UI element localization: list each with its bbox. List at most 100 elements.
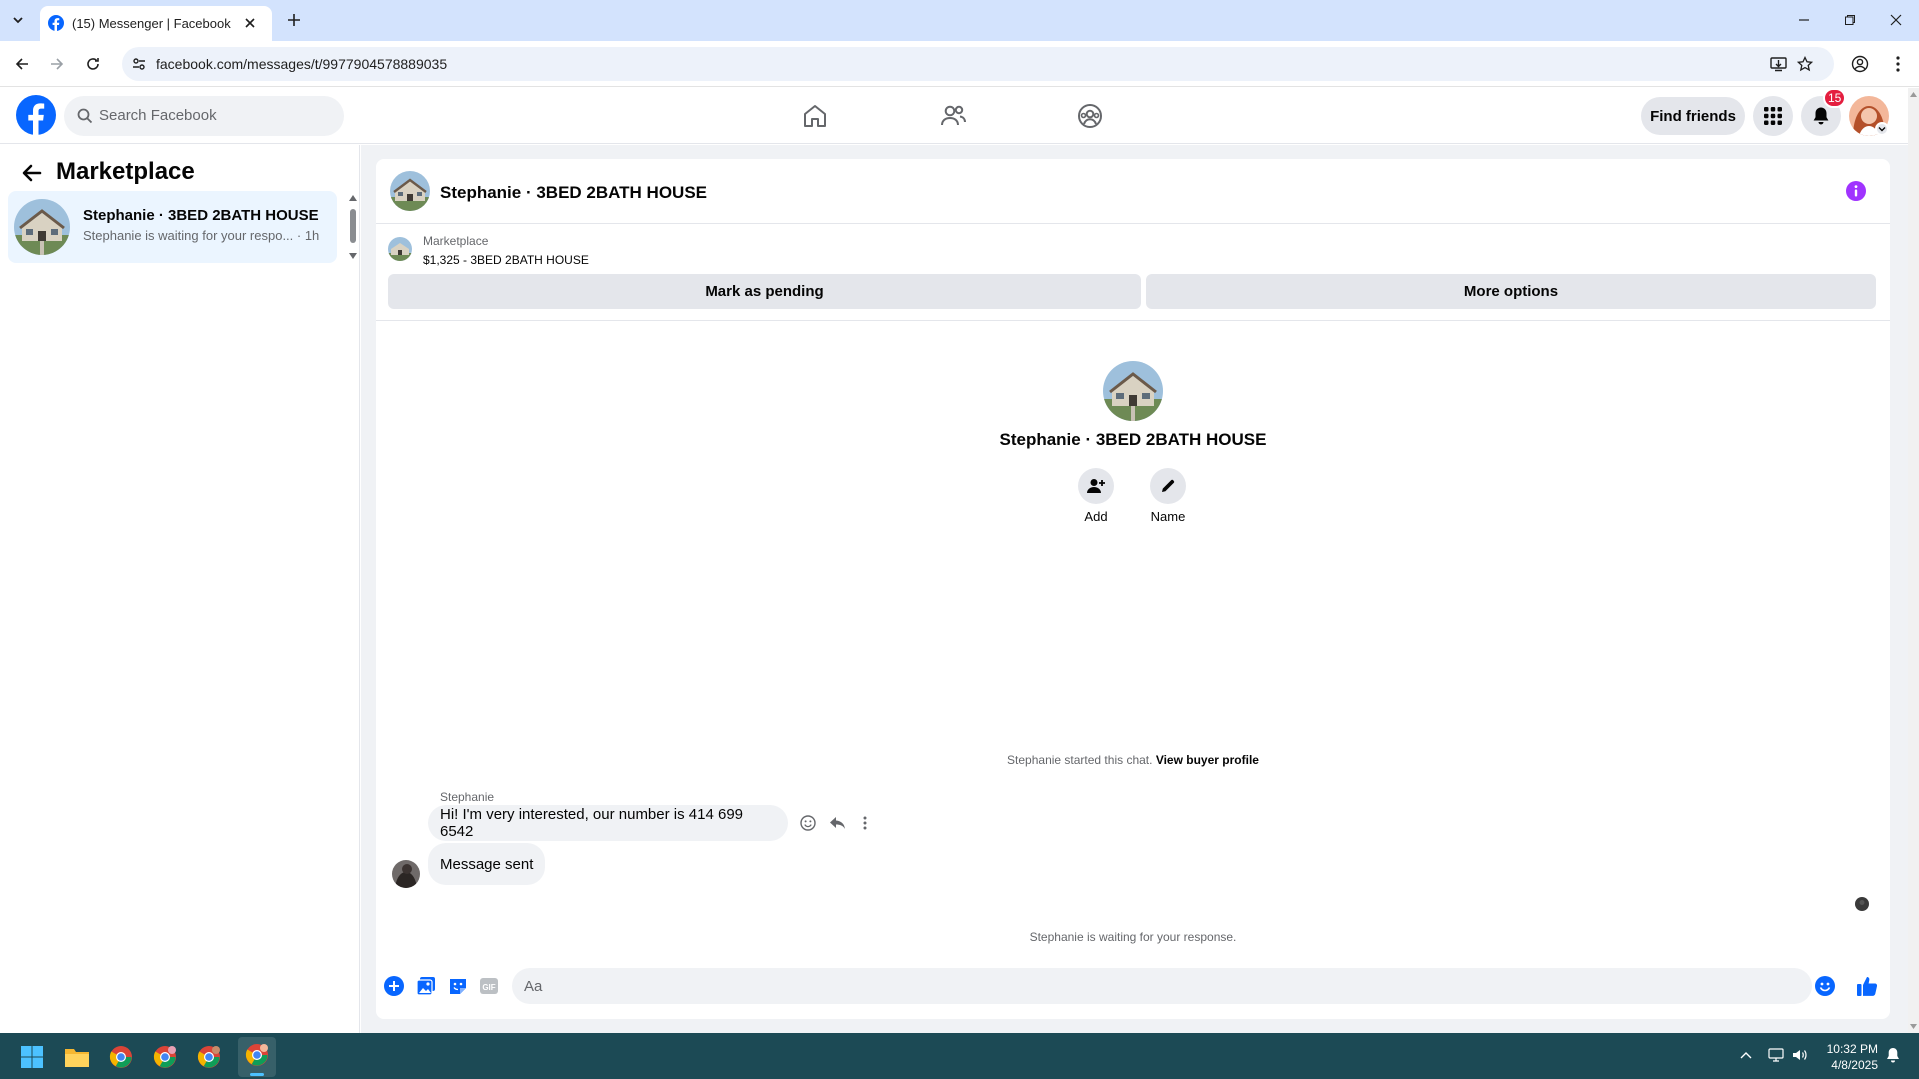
tab-close-icon[interactable] bbox=[244, 17, 256, 29]
sidebar-scroll-down-icon[interactable] bbox=[348, 252, 358, 260]
profile-icon[interactable] bbox=[1848, 52, 1872, 76]
profile-avatar[interactable] bbox=[1103, 361, 1163, 421]
sidebar-scrollbar[interactable] bbox=[348, 192, 358, 264]
account-chevron-down-icon[interactable] bbox=[1875, 122, 1889, 136]
listing-price-title[interactable]: $1,325 - 3BED 2BATH HOUSE bbox=[423, 253, 589, 267]
reload-icon[interactable] bbox=[81, 52, 105, 76]
find-friends-button[interactable]: Find friends bbox=[1641, 97, 1745, 135]
active-indicator bbox=[250, 1073, 264, 1076]
bell-icon bbox=[1813, 107, 1829, 125]
chrome-active-icon bbox=[245, 1044, 268, 1066]
listing-small-thumbnail[interactable] bbox=[388, 237, 412, 261]
menu-grid-button[interactable] bbox=[1753, 96, 1793, 136]
chat-header-avatar[interactable] bbox=[390, 171, 430, 211]
gif-icon: GIF bbox=[480, 978, 498, 994]
add-person-button[interactable] bbox=[1078, 468, 1114, 504]
gif-button[interactable]: GIF bbox=[477, 974, 501, 998]
back-icon[interactable] bbox=[10, 52, 34, 76]
add-person-icon bbox=[1087, 479, 1105, 493]
listing-category-label: Marketplace bbox=[423, 234, 489, 248]
more-options-button[interactable]: More options bbox=[1146, 274, 1876, 309]
notification-center-icon[interactable] bbox=[1883, 1045, 1903, 1065]
name-label: Name bbox=[1150, 509, 1186, 524]
chat-title[interactable]: Stephanie · 3BED 2BATH HOUSE bbox=[440, 183, 707, 203]
forward-icon[interactable] bbox=[45, 52, 69, 76]
chrome-profile2-taskbar-icon[interactable] bbox=[194, 1043, 224, 1071]
scroll-down-arrow-icon[interactable] bbox=[1909, 1023, 1918, 1030]
conversation-list-item[interactable]: Stephanie · 3BED 2BATH HOUSE Stephanie i… bbox=[8, 191, 337, 263]
more-actions-button[interactable] bbox=[382, 974, 406, 998]
search-input[interactable]: Search Facebook bbox=[64, 96, 344, 136]
chat-started-notice: Stephanie started this chat. View buyer … bbox=[600, 753, 1666, 767]
chat-header: Stephanie · 3BED 2BATH HOUSE bbox=[376, 159, 1890, 224]
photo-icon bbox=[416, 977, 435, 996]
groups-nav-icon[interactable] bbox=[1072, 98, 1108, 134]
message-sender-name: Stephanie bbox=[440, 790, 495, 804]
chat-started-text: Stephanie started this chat. bbox=[1007, 753, 1153, 767]
message-bubble[interactable]: Hi! I'm very interested, our number is 4… bbox=[428, 805, 788, 841]
reply-icon[interactable] bbox=[827, 813, 847, 833]
seen-avatar-icon bbox=[1855, 897, 1869, 911]
send-like-button[interactable] bbox=[1853, 972, 1881, 1000]
grid-icon bbox=[1764, 107, 1782, 125]
friends-nav-icon[interactable] bbox=[935, 98, 971, 134]
site-info-icon[interactable] bbox=[132, 57, 146, 71]
clock-date: 4/8/2025 bbox=[1831, 1058, 1878, 1072]
new-tab-icon[interactable] bbox=[282, 8, 306, 32]
minimize-icon[interactable] bbox=[1792, 8, 1816, 32]
message-input[interactable]: Aa bbox=[512, 968, 1835, 1004]
sidebar-scroll-up-icon[interactable] bbox=[348, 194, 358, 202]
edit-name-button[interactable] bbox=[1150, 468, 1186, 504]
page-scrollbar[interactable] bbox=[1908, 88, 1919, 1033]
file-explorer-icon[interactable] bbox=[62, 1043, 92, 1071]
mark-as-pending-button[interactable]: Mark as pending bbox=[388, 274, 1141, 309]
address-bar[interactable]: facebook.com/messages/t/9977904578889035 bbox=[122, 47, 1834, 81]
restore-icon[interactable] bbox=[1838, 8, 1862, 32]
scroll-up-arrow-icon[interactable] bbox=[1909, 91, 1918, 98]
waiting-response-notice: Stephanie is waiting for your response. bbox=[1029, 930, 1237, 944]
conversation-preview: Stephanie is waiting for your respo... ·… bbox=[83, 228, 320, 243]
windows-taskbar bbox=[0, 1033, 1919, 1079]
browser-tab[interactable]: (15) Messenger | Facebook bbox=[40, 6, 272, 41]
attach-photo-button[interactable] bbox=[414, 974, 438, 998]
volume-icon[interactable] bbox=[1790, 1045, 1810, 1065]
add-label: Add bbox=[1084, 509, 1108, 524]
plus-circle-icon bbox=[384, 976, 404, 996]
arrow-left-icon bbox=[22, 164, 42, 182]
facebook-favicon-icon bbox=[48, 15, 64, 31]
facebook-logo-icon[interactable] bbox=[16, 95, 56, 135]
svg-text:GIF: GIF bbox=[482, 983, 495, 992]
conversation-sidebar bbox=[0, 145, 360, 1033]
sender-avatar[interactable] bbox=[392, 860, 420, 888]
tray-chevron-up-icon[interactable] bbox=[1736, 1045, 1756, 1065]
start-button-icon[interactable] bbox=[18, 1043, 46, 1071]
account-avatar[interactable] bbox=[1849, 96, 1889, 136]
chrome-active-taskbar-item[interactable] bbox=[238, 1037, 276, 1077]
message-text: Hi! I'm very interested, our number is 4… bbox=[440, 806, 744, 840]
view-buyer-profile-link[interactable]: View buyer profile bbox=[1156, 753, 1259, 767]
install-app-icon[interactable] bbox=[1770, 56, 1787, 72]
sticker-button[interactable] bbox=[446, 974, 470, 998]
back-arrow-button[interactable] bbox=[16, 157, 48, 189]
notification-count-badge: 15 bbox=[1823, 88, 1847, 108]
network-icon[interactable] bbox=[1766, 1045, 1786, 1065]
sticker-icon bbox=[450, 979, 466, 994]
sidebar-scroll-thumb[interactable] bbox=[350, 209, 356, 243]
message-more-icon[interactable] bbox=[855, 813, 875, 833]
close-window-icon[interactable] bbox=[1884, 8, 1908, 32]
conversation-info-icon[interactable] bbox=[1846, 181, 1866, 201]
conversation-name: Stephanie · 3BED 2BATH HOUSE bbox=[83, 207, 319, 224]
browser-menu-icon[interactable] bbox=[1886, 52, 1910, 76]
sidebar-title: Marketplace bbox=[56, 158, 195, 185]
message-text: Message sent bbox=[440, 855, 534, 873]
clock-time: 10:32 PM bbox=[1826, 1042, 1878, 1056]
tab-search-dropdown-icon[interactable] bbox=[6, 8, 30, 32]
taskbar-clock[interactable]: 10:32 PM 4/8/2025 bbox=[1812, 1041, 1878, 1073]
chrome-profile-taskbar-icon[interactable] bbox=[150, 1043, 180, 1071]
bookmark-star-icon[interactable] bbox=[1797, 56, 1813, 72]
emoji-picker-icon[interactable] bbox=[1815, 976, 1835, 996]
chrome-taskbar-icon[interactable] bbox=[106, 1043, 136, 1071]
message-bubble[interactable]: Message sent bbox=[428, 843, 546, 885]
react-emoji-icon[interactable] bbox=[798, 813, 818, 833]
home-nav-icon[interactable] bbox=[797, 98, 833, 134]
